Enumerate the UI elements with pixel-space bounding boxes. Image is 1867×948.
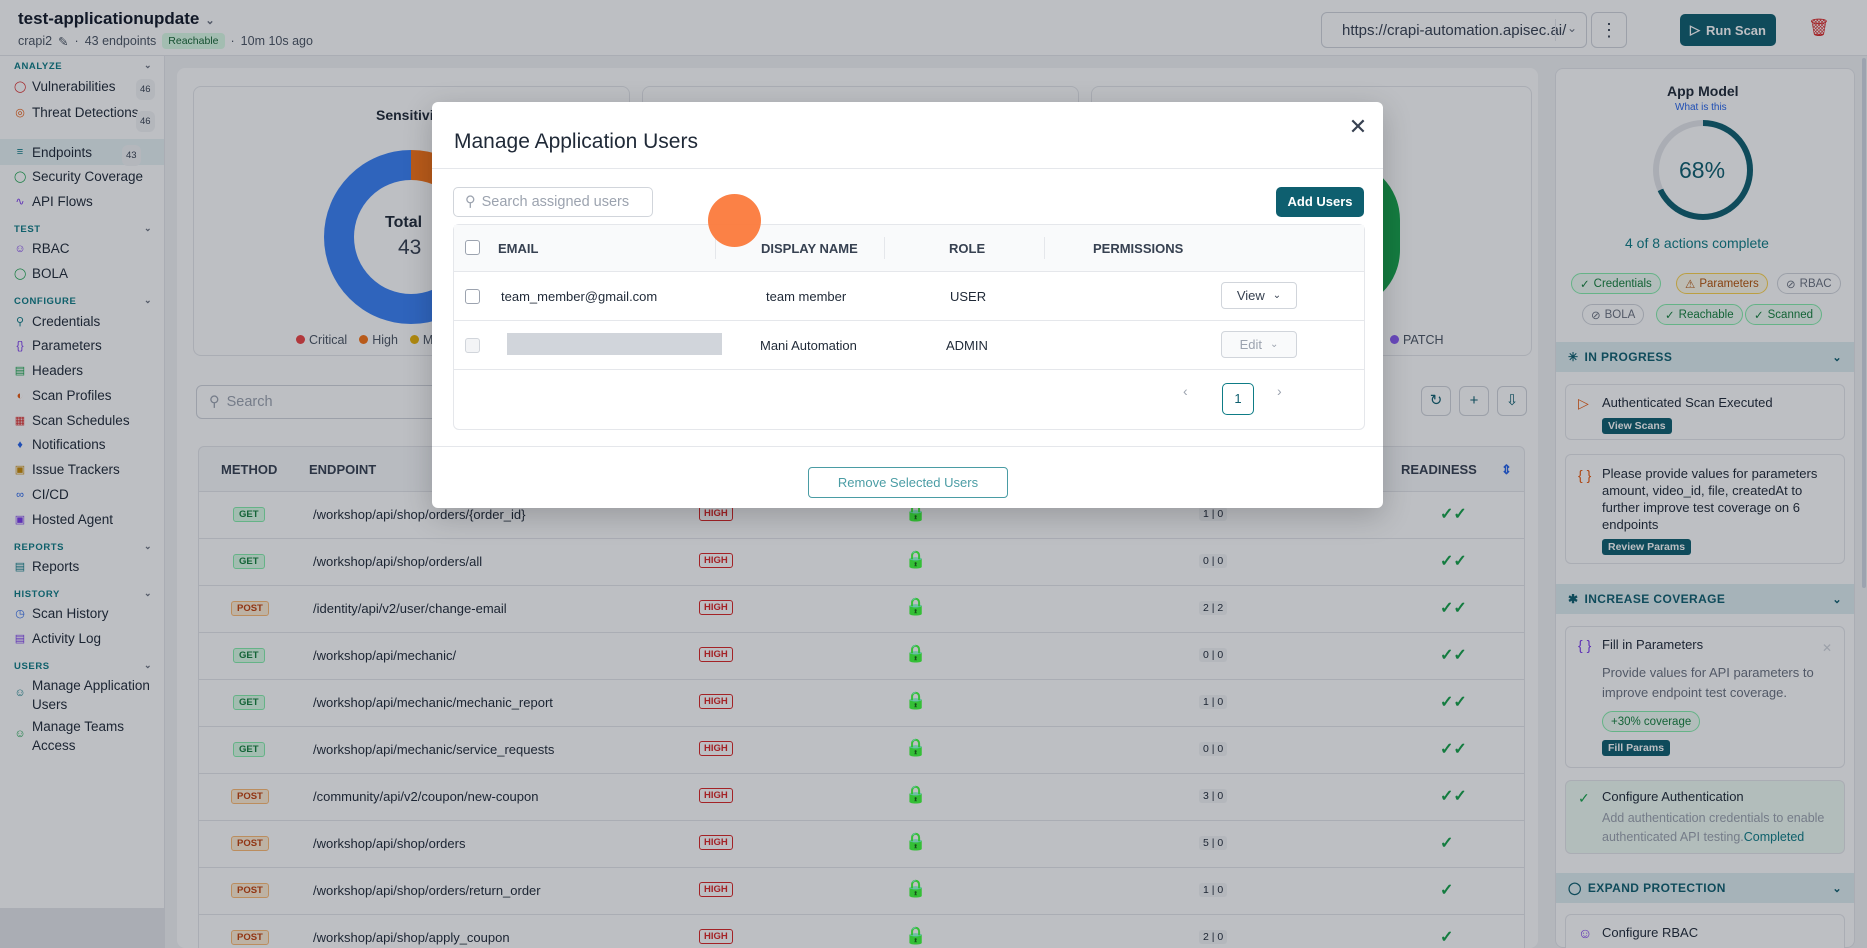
user-email: team_member@gmail.com bbox=[501, 289, 658, 304]
select-all-checkbox[interactable] bbox=[465, 240, 480, 255]
search-icon: ⚲ bbox=[465, 194, 476, 210]
column-email: EMAIL bbox=[498, 241, 539, 256]
next-page-icon[interactable]: › bbox=[1277, 383, 1282, 399]
column-display-name: DISPLAY NAME bbox=[761, 241, 858, 256]
user-display-name: team member bbox=[766, 289, 847, 304]
search-assigned-users-input[interactable]: ⚲ Search assigned users bbox=[453, 187, 653, 217]
column-permissions: PERMISSIONS bbox=[1093, 241, 1184, 256]
permission-select-disabled: Edit ⌄ bbox=[1221, 331, 1297, 358]
column-role: ROLE bbox=[949, 241, 986, 256]
user-role: USER bbox=[950, 289, 987, 304]
remove-selected-users-button[interactable]: Remove Selected Users bbox=[808, 467, 1008, 498]
chevron-down-icon: ⌄ bbox=[1272, 290, 1282, 301]
click-indicator bbox=[708, 194, 761, 247]
user-row: Mani Automation ADMIN Edit ⌄ bbox=[454, 321, 1364, 370]
close-icon[interactable]: ✕ bbox=[1348, 116, 1368, 138]
users-table-header: EMAIL DISPLAY NAME ROLE PERMISSIONS bbox=[454, 225, 1364, 272]
user-row: team_member@gmail.com team member USER V… bbox=[454, 272, 1364, 321]
page-number[interactable]: 1 bbox=[1222, 383, 1254, 415]
permission-select[interactable]: View ⌄ bbox=[1221, 282, 1297, 309]
redacted-email bbox=[507, 333, 722, 355]
row-checkbox-disabled bbox=[465, 338, 480, 353]
chevron-down-icon: ⌄ bbox=[1270, 339, 1279, 350]
user-role: ADMIN bbox=[946, 338, 988, 353]
manage-users-modal: Manage Application Users ✕ ⚲ Search assi… bbox=[432, 102, 1383, 508]
page-scrollbar[interactable] bbox=[1862, 58, 1866, 588]
users-table: EMAIL DISPLAY NAME ROLE PERMISSIONS team… bbox=[453, 224, 1365, 430]
modal-title: Manage Application Users bbox=[454, 130, 698, 153]
add-users-button[interactable]: Add Users bbox=[1276, 187, 1364, 217]
user-display-name: Mani Automation bbox=[760, 338, 857, 353]
row-checkbox[interactable] bbox=[465, 289, 480, 304]
prev-page-icon[interactable]: ‹ bbox=[1183, 383, 1188, 399]
